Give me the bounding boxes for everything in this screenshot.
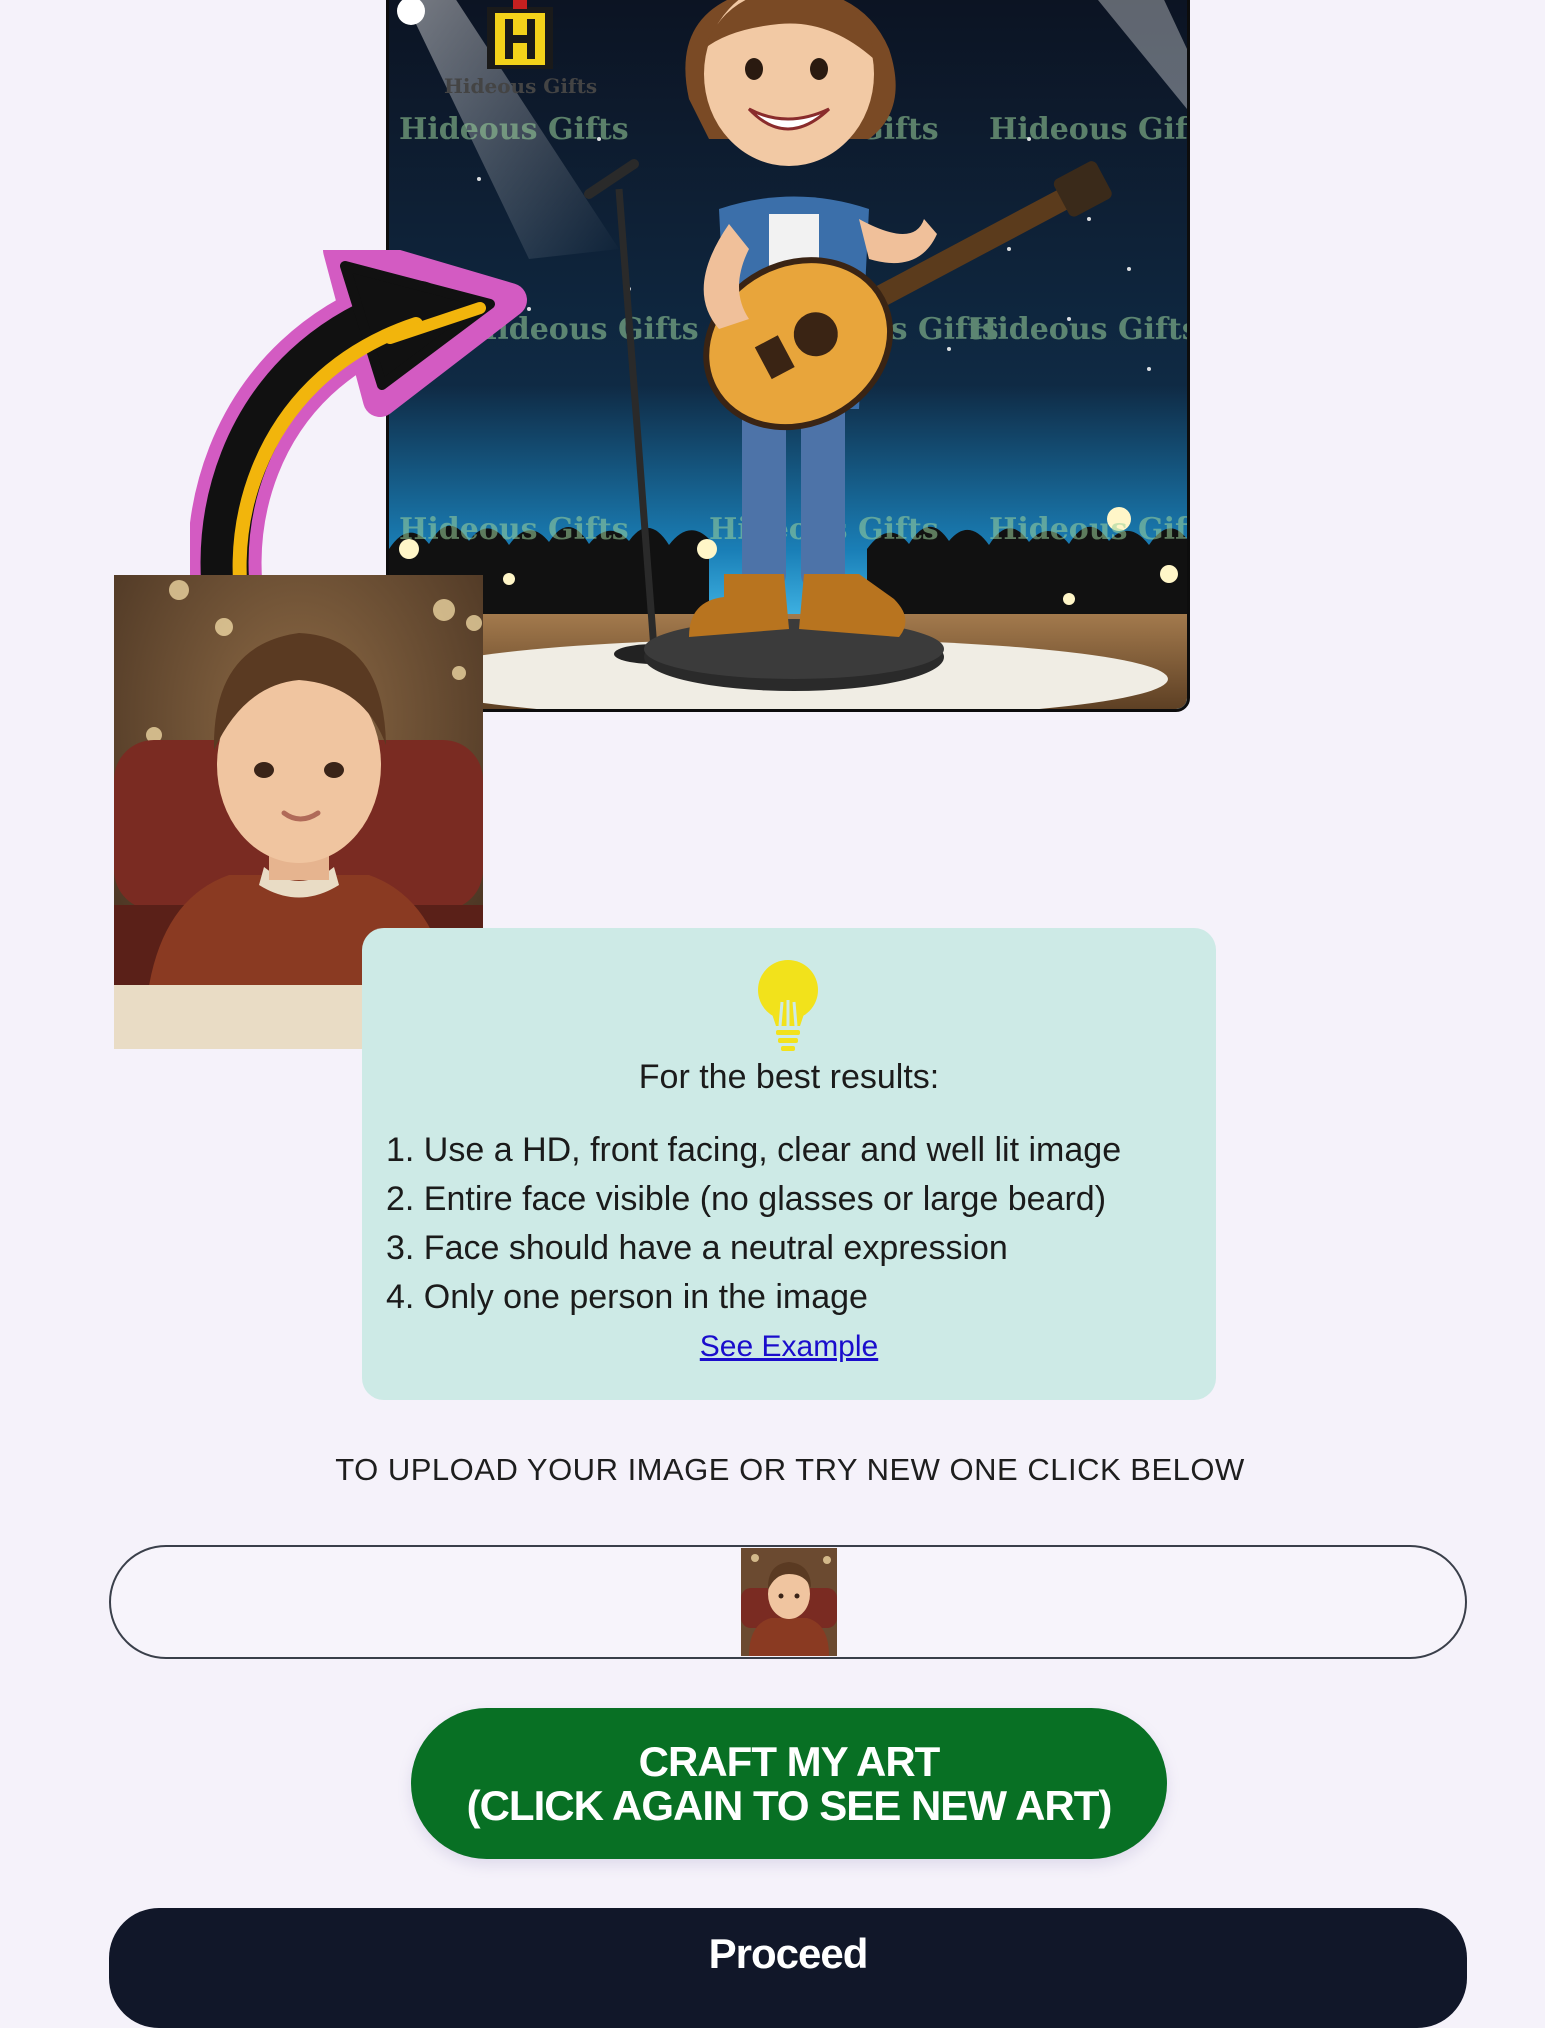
- tips-card: For the best results: 1. Use a HD, front…: [362, 928, 1216, 1400]
- brand-logo-text: Hideous Gifts: [444, 74, 597, 98]
- tip-item: 2. Entire face visible (no glasses or la…: [386, 1180, 1107, 1218]
- proceed-button[interactable]: Proceed: [109, 1908, 1467, 2028]
- craft-button-line2: (CLICK AGAIN TO SEE NEW ART): [466, 1781, 1113, 1829]
- craft-my-art-button[interactable]: CRAFT MY ART (CLICK AGAIN TO SEE NEW ART…: [411, 1708, 1167, 1859]
- tips-list: 1. Use a HD, front facing, clear and wel…: [386, 1126, 1121, 1322]
- craft-button-line1: CRAFT MY ART: [638, 1737, 941, 1785]
- svg-text:Hideous Gifts: Hideous Gifts: [989, 512, 1187, 547]
- image-upload-field[interactable]: [109, 1545, 1467, 1659]
- svg-text:Hideous Gifts: Hideous Gifts: [969, 312, 1187, 347]
- tip-item: 1. Use a HD, front facing, clear and wel…: [386, 1131, 1122, 1169]
- svg-text:Hideous Gifts: Hideous Gifts: [989, 112, 1187, 147]
- upload-instruction: TO UPLOAD YOUR IMAGE OR TRY NEW ONE CLIC…: [335, 1452, 1245, 1487]
- tip-item: 3. Face should have a neutral expression: [386, 1229, 1008, 1267]
- lightbulb-icon: [756, 960, 820, 1052]
- see-example-link[interactable]: See Example: [700, 1330, 878, 1363]
- tips-heading: For the best results:: [638, 1058, 940, 1096]
- tip-item: 4. Only one person in the image: [386, 1278, 868, 1316]
- watermark-text: Hideous Gifts: [399, 112, 629, 147]
- uploaded-image-thumbnail: [741, 1548, 837, 1656]
